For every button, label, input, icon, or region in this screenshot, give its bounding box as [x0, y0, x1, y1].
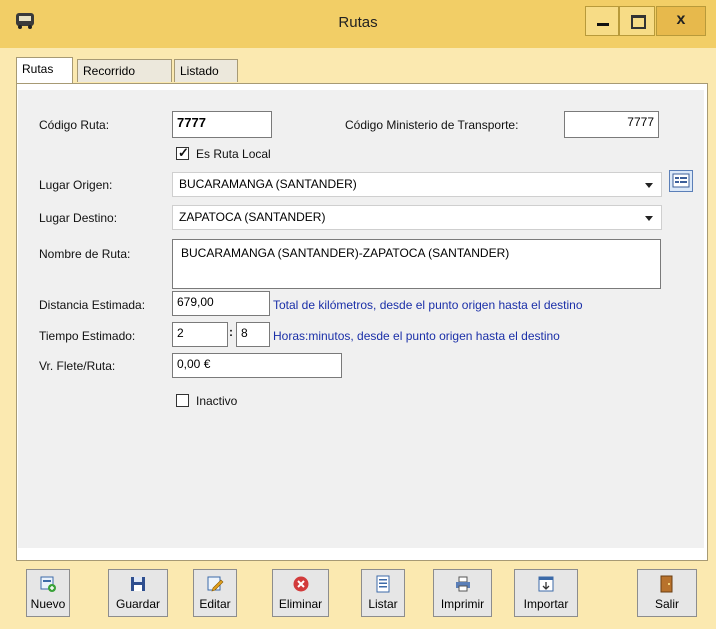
- tab-recorrido[interactable]: Recorrido: [77, 59, 172, 82]
- nuevo-label: Nuevo: [30, 597, 66, 611]
- editar-button[interactable]: Editar: [193, 569, 237, 617]
- maximize-icon[interactable]: [619, 6, 655, 36]
- edit-pencil-icon: [207, 576, 224, 592]
- tiempo-label: Tiempo Estimado:: [39, 329, 136, 343]
- tab-listado[interactable]: Listado: [174, 59, 238, 82]
- tiempo-horas-input[interactable]: 2: [172, 322, 228, 347]
- close-icon[interactable]: x: [656, 6, 706, 36]
- codigo-ruta-label: Código Ruta:: [39, 118, 110, 132]
- chevron-down-icon[interactable]: [645, 183, 653, 188]
- chevron-down-icon[interactable]: [645, 216, 653, 221]
- import-icon: [538, 576, 554, 592]
- imprimir-label: Imprimir: [440, 597, 485, 611]
- nombre-ruta-input[interactable]: BUCARAMANGA (SANTANDER)-ZAPATOCA (SANTAN…: [172, 239, 661, 289]
- lugar-origen-value: BUCARAMANGA (SANTANDER): [179, 177, 357, 191]
- distancia-label: Distancia Estimada:: [39, 298, 146, 312]
- codigo-ministerio-input[interactable]: 7777: [564, 111, 659, 138]
- rutas-window: Rutas x Rutas Recorrido Listado Código R…: [0, 0, 716, 629]
- lugar-destino-label: Lugar Destino:: [39, 211, 118, 225]
- listar-button[interactable]: Listar: [361, 569, 405, 617]
- guardar-button[interactable]: Guardar: [108, 569, 168, 617]
- lugar-destino-select[interactable]: ZAPATOCA (SANTANDER): [172, 205, 662, 230]
- lugar-destino-value: ZAPATOCA (SANTANDER): [179, 210, 326, 224]
- route-form: Código Ruta: 7777 Código Ministerio de T…: [18, 90, 704, 548]
- tiempo-separator: :: [229, 325, 233, 339]
- flete-input[interactable]: 0,00 €: [172, 353, 342, 378]
- nuevo-button[interactable]: Nuevo: [26, 569, 70, 617]
- es-ruta-local-checkbox[interactable]: ✓: [176, 145, 189, 160]
- importar-button[interactable]: Importar: [514, 569, 578, 617]
- salir-button[interactable]: Salir: [637, 569, 697, 617]
- flete-label: Vr. Flete/Ruta:: [39, 359, 116, 373]
- editar-label: Editar: [199, 597, 231, 611]
- eliminar-button[interactable]: Eliminar: [272, 569, 329, 617]
- lugar-origen-label: Lugar Origen:: [39, 178, 113, 192]
- save-disk-icon: [131, 577, 145, 591]
- es-ruta-local-label: Es Ruta Local: [196, 147, 271, 161]
- importar-label: Importar: [523, 597, 569, 611]
- browse-list-icon[interactable]: [669, 170, 693, 192]
- delete-x-icon: [293, 576, 308, 592]
- inactivo-checkbox[interactable]: [176, 394, 189, 407]
- tiempo-note: Horas:minutos, desde el punto origen has…: [273, 329, 560, 343]
- inactivo-label: Inactivo: [196, 394, 238, 408]
- list-icon: [376, 575, 390, 593]
- codigo-ruta-input[interactable]: 7777: [172, 111, 272, 138]
- tiempo-minutos-input[interactable]: 8: [236, 322, 270, 347]
- guardar-label: Guardar: [115, 597, 161, 611]
- printer-icon: [455, 576, 470, 592]
- tab-rutas[interactable]: Rutas: [16, 57, 73, 83]
- minimize-icon[interactable]: [585, 6, 619, 36]
- distancia-input[interactable]: 679,00: [172, 291, 270, 316]
- imprimir-button[interactable]: Imprimir: [433, 569, 492, 617]
- title-bar: Rutas x: [0, 0, 716, 48]
- new-document-icon: [40, 576, 56, 592]
- lugar-origen-select[interactable]: BUCARAMANGA (SANTANDER): [172, 172, 662, 197]
- exit-door-icon: [660, 575, 673, 593]
- nombre-ruta-label: Nombre de Ruta:: [39, 247, 131, 261]
- salir-label: Salir: [654, 597, 679, 611]
- listar-label: Listar: [368, 597, 398, 611]
- codigo-ministerio-label: Código Ministerio de Transporte:: [345, 118, 519, 132]
- eliminar-label: Eliminar: [278, 597, 323, 611]
- distancia-note: Total de kilómetros, desde el punto orig…: [273, 298, 583, 312]
